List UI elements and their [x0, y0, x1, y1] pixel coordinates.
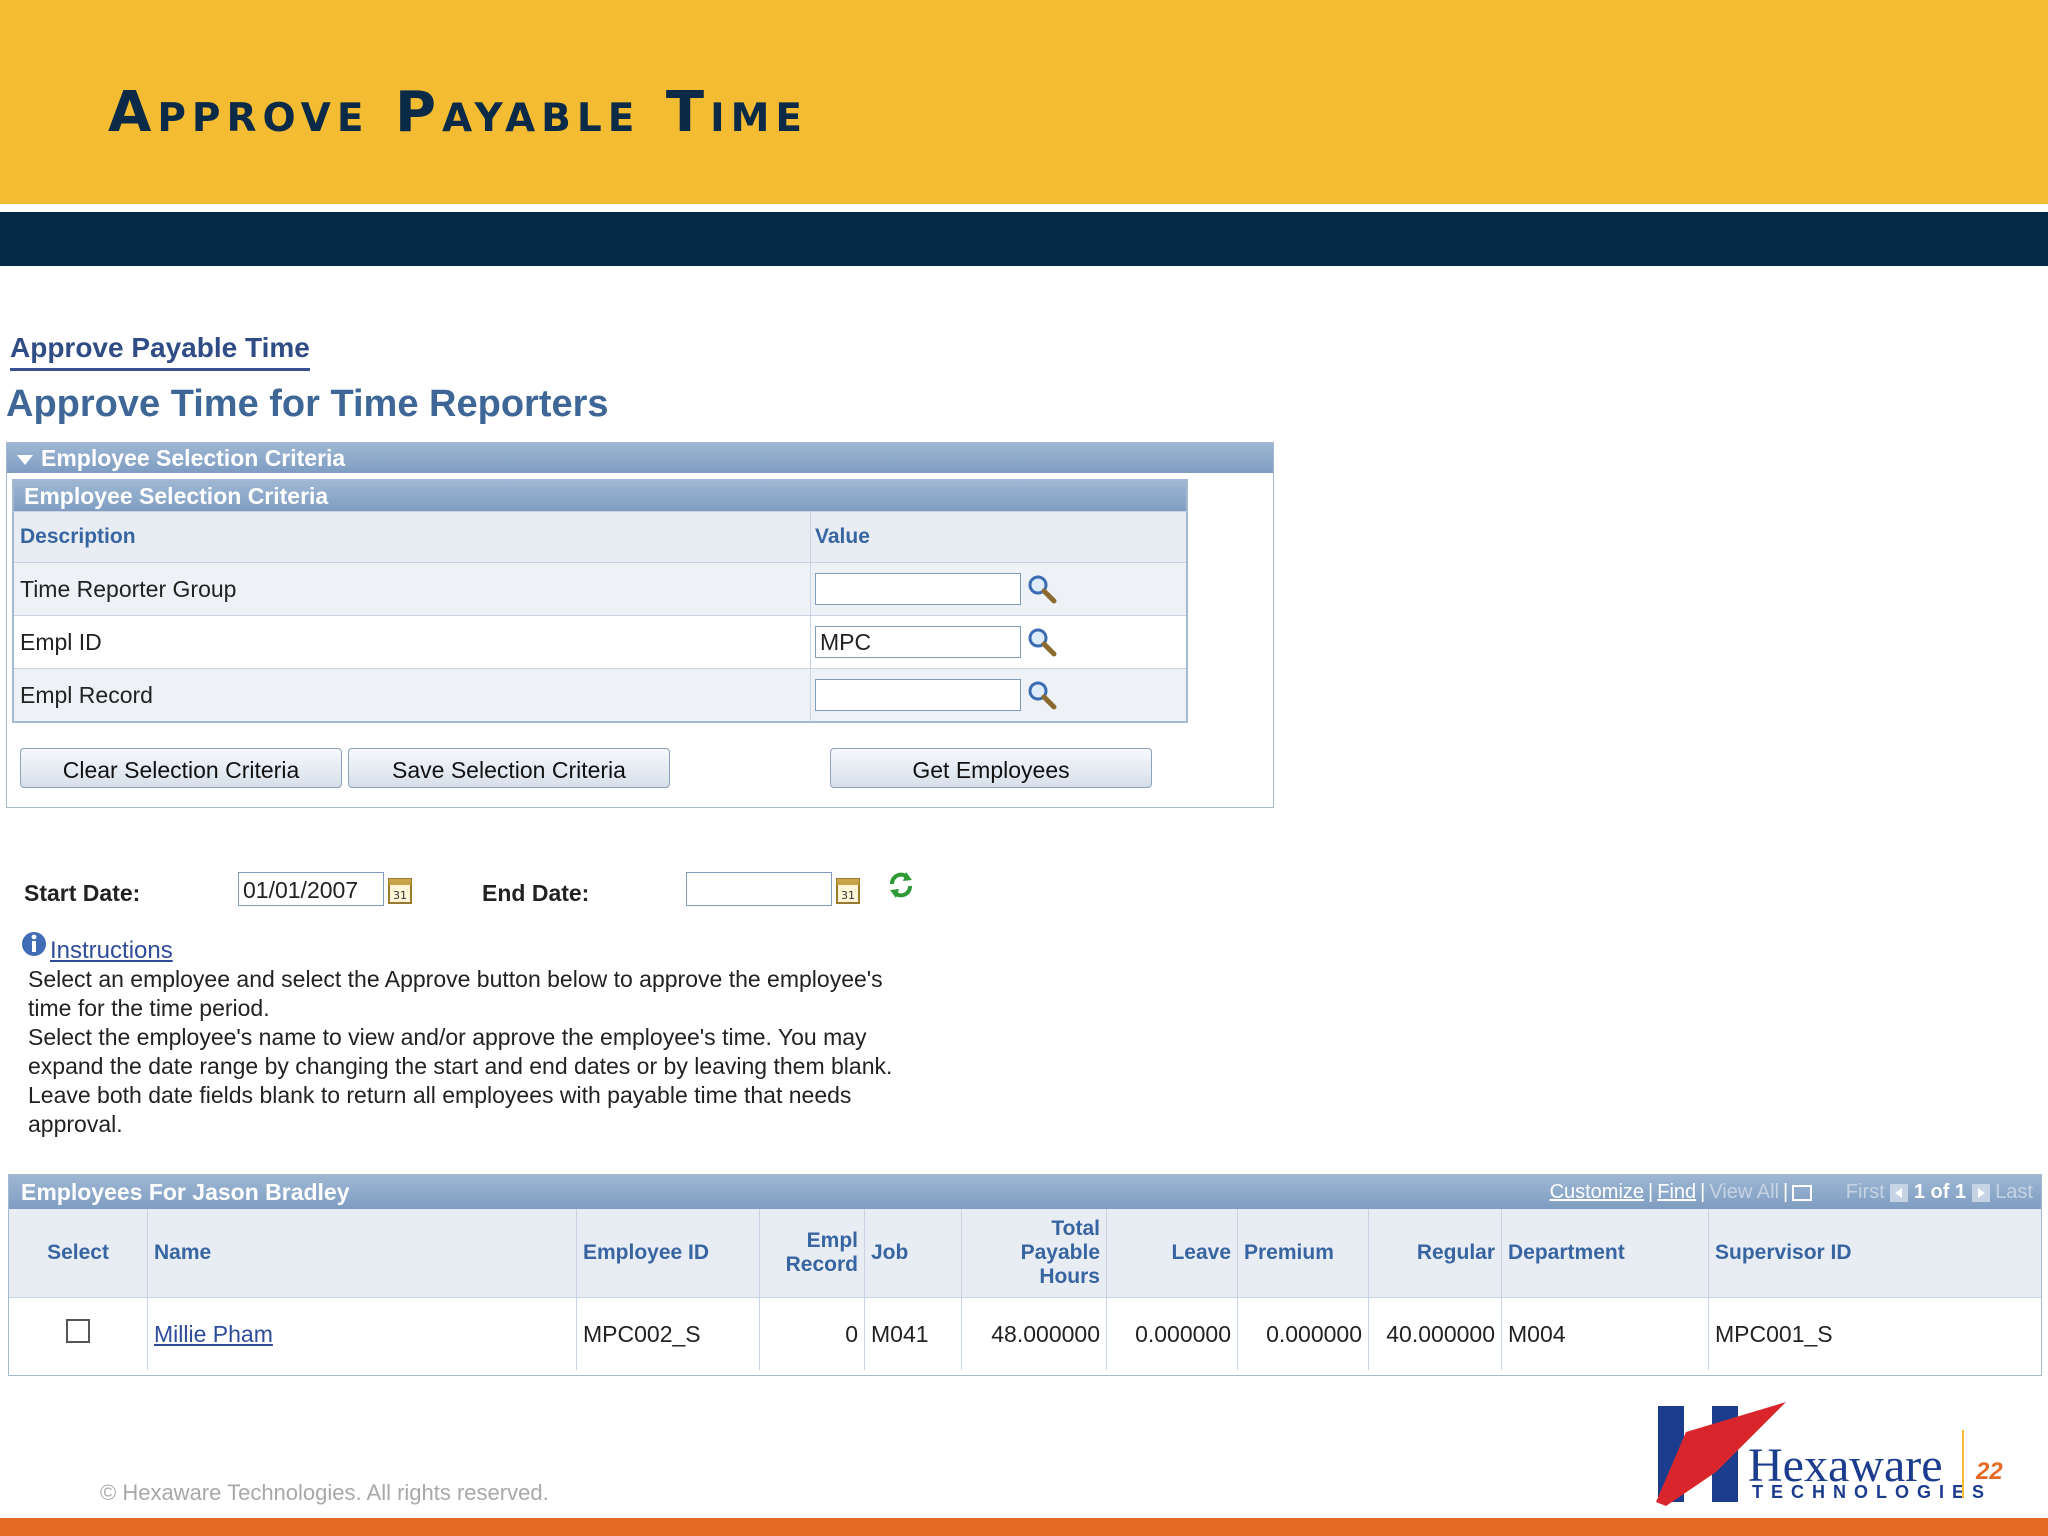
calendar-icon[interactable]: 31 — [836, 876, 860, 904]
next-arrow-icon[interactable] — [1971, 1183, 1990, 1202]
criteria-label: Time Reporter Group — [14, 563, 811, 615]
criteria-grid-title: Employee Selection Criteria — [14, 481, 1186, 511]
table-header-row: Select Name Employee ID Empl Record Job … — [9, 1209, 2041, 1298]
lookup-icon[interactable] — [1025, 625, 1059, 659]
employee-name-link[interactable]: Millie Pham — [154, 1321, 273, 1347]
grid-navigation: Customize | Find | View All | First 1 of 1 La… — [1549, 1181, 2033, 1203]
table-row: Millie Pham MPC002_S 0 M041 48.000000 0.… — [9, 1297, 2041, 1370]
column-header-employee-id[interactable]: Employee ID — [576, 1209, 760, 1298]
criteria-row-time-reporter-group: Time Reporter Group — [14, 562, 1186, 615]
svg-text:31: 31 — [841, 889, 855, 902]
column-header-premium[interactable]: Premium — [1237, 1209, 1369, 1298]
department-cell: M004 — [1501, 1297, 1709, 1370]
logo-subtitle: TECHNOLOGIES — [1752, 1482, 1993, 1502]
empl-record-input[interactable] — [815, 679, 1021, 711]
criteria-label: Empl Record — [14, 669, 811, 721]
row-count: 1 of 1 — [1913, 1181, 1967, 1203]
copyright-text: © Hexaware Technologies. All rights rese… — [100, 1480, 549, 1505]
supervisor-id-cell: MPC001_S — [1715, 1320, 1833, 1347]
slide-band — [0, 212, 2048, 266]
save-selection-criteria-button[interactable]: Save Selection Criteria — [348, 748, 670, 788]
employees-grid-title: Employees For Jason Bradley — [21, 1179, 350, 1205]
column-header-supervisor-id[interactable]: Supervisor ID — [1708, 1209, 2041, 1298]
collapse-triangle-icon[interactable] — [17, 454, 33, 465]
total-payable-hours-cell: 48.000000 — [961, 1297, 1107, 1370]
column-header-regular[interactable]: Regular — [1368, 1209, 1502, 1298]
page-number: 22 — [1976, 1458, 2003, 1485]
column-header-select: Select — [9, 1209, 148, 1298]
logo-divider — [1962, 1430, 1964, 1498]
calendar-icon[interactable]: 31 — [388, 876, 412, 904]
criteria-grid: Employee Selection Criteria Description … — [12, 479, 1188, 723]
end-date-input[interactable] — [686, 872, 832, 906]
start-date-input[interactable]: 01/01/2007 — [238, 872, 384, 906]
employees-grid: Employees For Jason Bradley Customize | Fi… — [8, 1174, 2042, 1376]
get-employees-button[interactable]: Get Employees — [830, 748, 1152, 788]
view-all-link[interactable]: View All — [1709, 1181, 1779, 1203]
previous-arrow-icon[interactable] — [1890, 1183, 1909, 1202]
svg-text:31: 31 — [393, 889, 407, 902]
lookup-icon[interactable] — [1025, 678, 1059, 712]
empl-id-input[interactable] — [815, 626, 1021, 658]
select-checkbox[interactable] — [66, 1319, 90, 1343]
info-icon — [22, 932, 46, 956]
start-date-label: Start Date: — [24, 880, 141, 906]
column-header-department[interactable]: Department — [1501, 1209, 1709, 1298]
slide-title: Approve Payable Time — [108, 80, 809, 145]
column-header-empl-record[interactable]: Empl Record — [759, 1209, 865, 1298]
leave-cell: 0.000000 — [1106, 1297, 1238, 1370]
page-title: Approve Time for Time Reporters — [6, 383, 609, 425]
instructions-line: Select the employee's name to view and/o… — [28, 1024, 893, 1137]
time-reporter-group-input[interactable] — [815, 573, 1021, 605]
criteria-label: Empl ID — [14, 616, 811, 668]
criteria-row-empl-record: Empl Record — [14, 668, 1186, 721]
instructions-text: Select an employee and select the Approv… — [28, 965, 928, 1139]
premium-cell: 0.000000 — [1237, 1297, 1369, 1370]
end-date-label: End Date: — [482, 880, 590, 906]
column-header-leave[interactable]: Leave — [1106, 1209, 1238, 1298]
regular-cell: 40.000000 — [1368, 1297, 1502, 1370]
employees-grid-header: Employees For Jason Bradley Customize | Fi… — [9, 1175, 2041, 1209]
find-link[interactable]: Find — [1657, 1181, 1696, 1203]
column-header-value: Value — [815, 525, 870, 548]
instructions-link[interactable]: Instructions — [50, 937, 173, 965]
column-header-job[interactable]: Job — [864, 1209, 962, 1298]
criteria-grid-header-row: Description Value — [14, 511, 1186, 562]
column-header-name[interactable]: Name — [147, 1209, 577, 1298]
customize-link[interactable]: Customize — [1550, 1181, 1644, 1203]
column-header-total-payable-hours[interactable]: Total Payable Hours — [961, 1209, 1107, 1298]
instructions-line: Select an employee and select the Approv… — [28, 966, 883, 1021]
criteria-panel-header[interactable]: Employee Selection Criteria — [7, 443, 1273, 473]
last-link[interactable]: Last — [1995, 1181, 2033, 1203]
first-link[interactable]: First — [1846, 1181, 1885, 1203]
job-cell: M041 — [864, 1297, 962, 1370]
criteria-panel-title: Employee Selection Criteria — [41, 445, 346, 471]
empl-record-cell: 0 — [759, 1297, 865, 1370]
new-window-icon[interactable] — [1792, 1184, 1813, 1201]
criteria-row-empl-id: Empl ID — [14, 615, 1186, 668]
refresh-icon[interactable] — [886, 870, 916, 900]
clear-selection-criteria-button[interactable]: Clear Selection Criteria — [20, 748, 342, 788]
lookup-icon[interactable] — [1025, 572, 1059, 606]
breadcrumb[interactable]: Approve Payable Time — [10, 332, 310, 371]
column-header-description: Description — [14, 512, 811, 562]
slide-bottom-band — [0, 1518, 2048, 1536]
employees-table: Select Name Employee ID Empl Record Job … — [9, 1209, 2041, 1370]
employee-id-cell: MPC002_S — [576, 1297, 760, 1370]
